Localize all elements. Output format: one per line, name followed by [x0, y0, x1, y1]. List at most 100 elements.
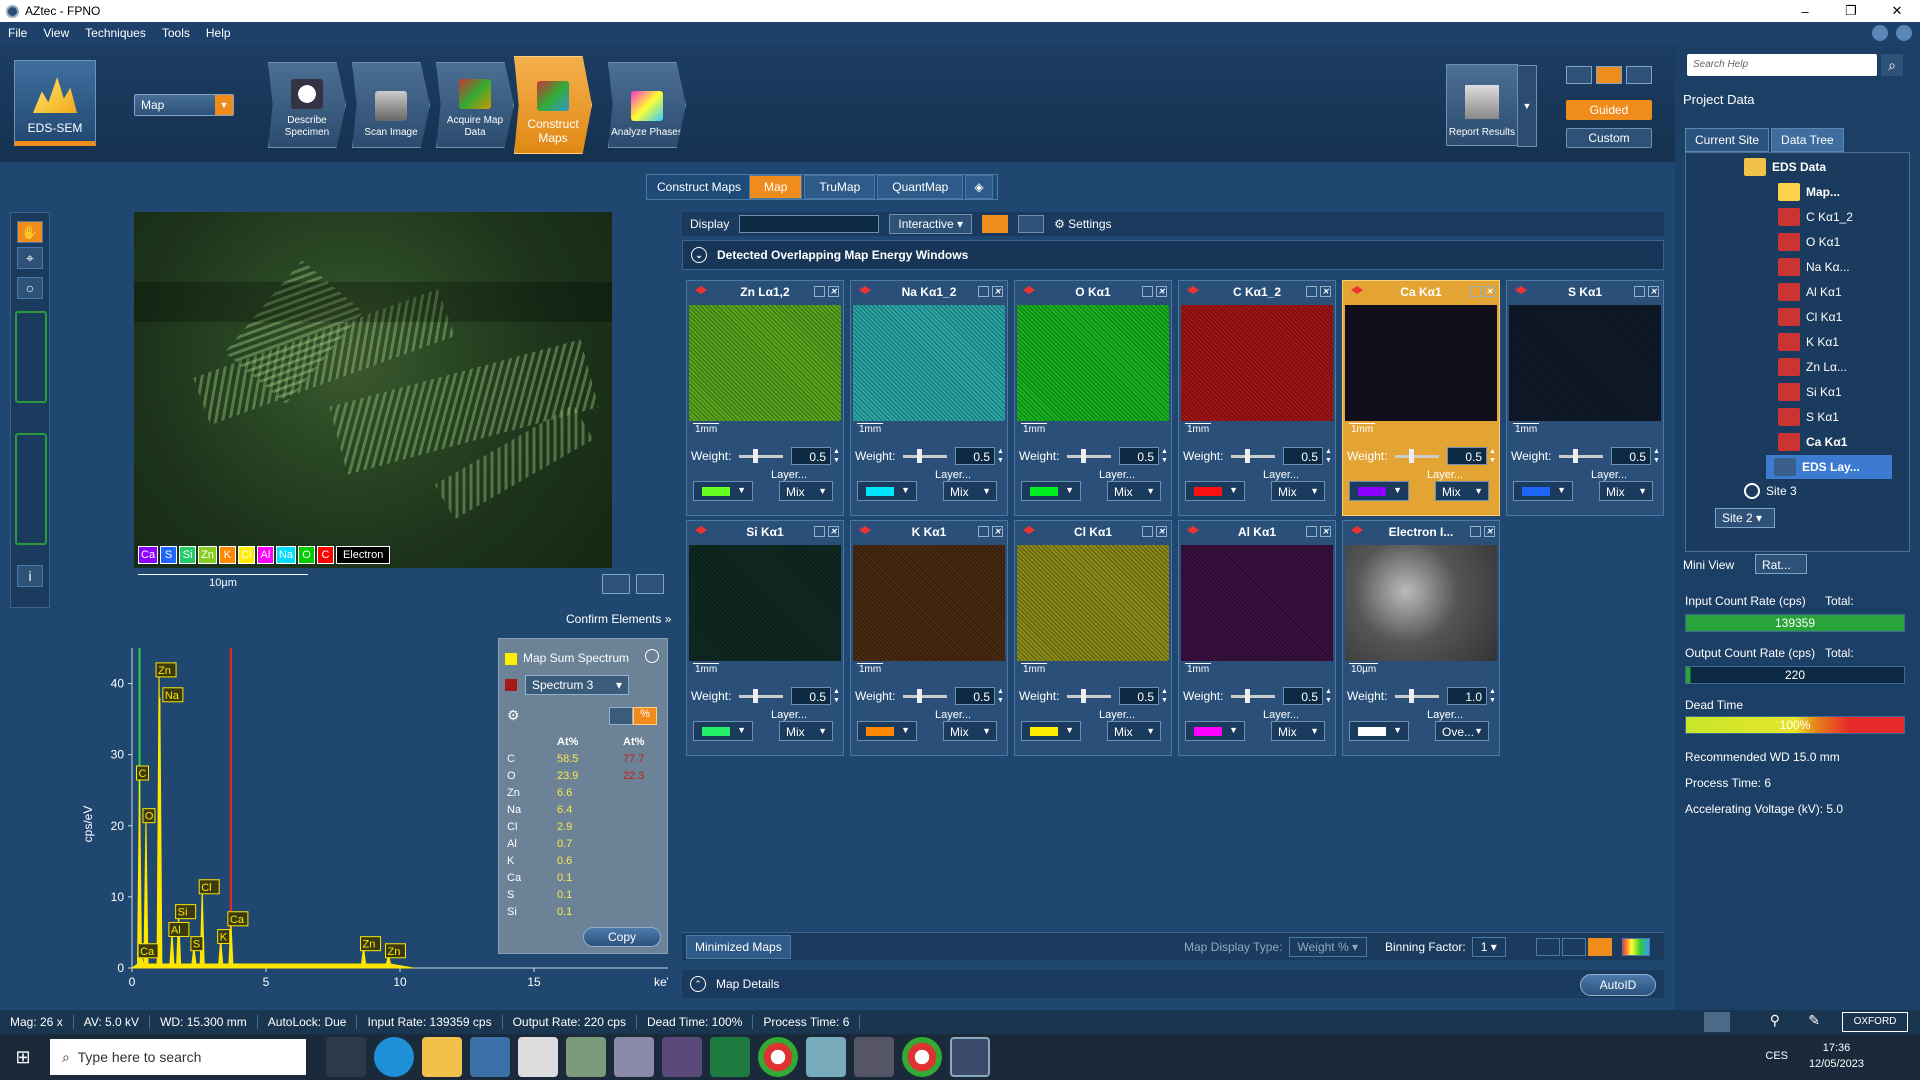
- step-acquire-map-data[interactable]: Acquire Map Data: [436, 62, 514, 148]
- close-icon[interactable]: ✕: [1648, 286, 1659, 297]
- color-picker[interactable]: ▼: [1021, 481, 1081, 501]
- pin-icon[interactable]: [1306, 286, 1317, 297]
- restore-button[interactable]: ❐: [1828, 0, 1874, 22]
- map-card[interactable]: Si Kα1 ✕ 1mm Weight: 0.5 ▲ ▼ Layer... ▼ Mix ▼: [686, 520, 844, 756]
- map-card[interactable]: Na Kα1_2 ✕ 1mm Weight: 0.5 ▲ ▼ Layer... ▼ Mix ▼: [850, 280, 1008, 516]
- legend-item[interactable]: Cl: [237, 546, 255, 564]
- map-image[interactable]: [1017, 305, 1169, 421]
- map-card[interactable]: Zn Lα1,2 ✕ 1mm Weight: 0.5 ▲ ▼ Layer... ▼ Mix ▼: [686, 280, 844, 516]
- map-details-bar[interactable]: ⌃ Map Details: [682, 970, 1664, 998]
- pin-icon[interactable]: [814, 526, 825, 537]
- app-icon[interactable]: [806, 1037, 846, 1077]
- blend-mode-dropdown[interactable]: Mix ▼: [1271, 481, 1325, 501]
- close-icon[interactable]: ✕: [1320, 286, 1331, 297]
- pin-icon[interactable]: [1634, 286, 1645, 297]
- menu-techniques[interactable]: Techniques: [85, 26, 146, 40]
- map-image[interactable]: [1345, 545, 1497, 661]
- detected-overlap-header[interactable]: ⌄ Detected Overlapping Map Energy Window…: [682, 240, 1664, 270]
- tree-node[interactable]: Site 3: [1744, 479, 1797, 503]
- weight-slider[interactable]: [1231, 689, 1275, 703]
- map-card[interactable]: C Kα1_2 ✕ 1mm Weight: 0.5 ▲ ▼ Layer... ▼ Mix ▼: [1178, 280, 1336, 516]
- pin-icon[interactable]: [1142, 286, 1153, 297]
- map-image[interactable]: [1181, 545, 1333, 661]
- color-picker[interactable]: ▼: [1185, 721, 1245, 741]
- map-card-header[interactable]: Zn Lα1,2 ✕: [687, 281, 843, 303]
- weight-slider[interactable]: [903, 689, 947, 703]
- weight-spinner[interactable]: ▲ ▼: [997, 687, 1005, 705]
- layer-icon[interactable]: [695, 286, 707, 294]
- custom-button[interactable]: Custom: [1566, 128, 1652, 148]
- weight-slider[interactable]: [903, 449, 947, 463]
- pin-icon[interactable]: [1470, 286, 1481, 297]
- layer-icon[interactable]: [695, 526, 707, 534]
- collapse-icon[interactable]: ⌄: [691, 247, 707, 263]
- autoid-button[interactable]: AutoID: [1580, 974, 1656, 996]
- map-card-header[interactable]: C Kα1_2 ✕: [1179, 281, 1335, 303]
- back-icon[interactable]: [1872, 25, 1888, 41]
- weight-value[interactable]: 0.5: [791, 447, 831, 465]
- microscope-icon[interactable]: ⚲: [1770, 1012, 1780, 1029]
- weight-slider[interactable]: [1395, 449, 1439, 463]
- forward-icon[interactable]: [1896, 25, 1912, 41]
- chrome-icon[interactable]: [758, 1037, 798, 1077]
- pin-icon[interactable]: [1470, 526, 1481, 537]
- guided-button[interactable]: Guided: [1566, 100, 1652, 120]
- tree-node-selected[interactable]: EDS Lay...: [1766, 455, 1892, 479]
- chrome-icon[interactable]: [902, 1037, 942, 1077]
- layers-icon[interactable]: ◈: [965, 175, 993, 199]
- legend-item[interactable]: Al: [256, 546, 274, 564]
- search-icon[interactable]: ⌕: [1881, 54, 1903, 76]
- probe-icon[interactable]: ✎: [1808, 1012, 1820, 1029]
- weight-value[interactable]: 0.5: [1119, 447, 1159, 465]
- color-palette-icon[interactable]: [1621, 937, 1650, 956]
- mail-icon[interactable]: [518, 1037, 558, 1077]
- tree-node[interactable]: Na Kα...: [1778, 255, 1850, 279]
- eds-sem-button[interactable]: EDS-SEM: [14, 60, 96, 146]
- close-icon[interactable]: ✕: [992, 286, 1003, 297]
- color-picker[interactable]: ▼: [857, 721, 917, 741]
- settings-button[interactable]: ⚙ Settings: [1054, 217, 1111, 231]
- color-picker[interactable]: ▼: [1349, 721, 1409, 741]
- close-icon[interactable]: ✕: [1156, 526, 1167, 537]
- weight-slider[interactable]: [1067, 449, 1111, 463]
- blend-mode-dropdown[interactable]: Mix ▼: [1599, 481, 1653, 501]
- legend-item[interactable]: C: [316, 546, 334, 564]
- weight-spinner[interactable]: ▲ ▼: [1489, 447, 1497, 465]
- weight-slider[interactable]: [1067, 689, 1111, 703]
- language-indicator[interactable]: CES: [1765, 1050, 1788, 1062]
- store-icon[interactable]: [470, 1037, 510, 1077]
- file-explorer-icon[interactable]: [422, 1037, 462, 1077]
- weight-spinner[interactable]: ▲ ▼: [1161, 687, 1169, 705]
- map-card[interactable]: K Kα1 ✕ 1mm Weight: 0.5 ▲ ▼ Layer... ▼ Mix ▼: [850, 520, 1008, 756]
- weight-slider[interactable]: [1395, 689, 1439, 703]
- map-sum-spectrum-row[interactable]: Map Sum Spectrum: [505, 651, 629, 665]
- pointer-icon[interactable]: ⌖: [17, 247, 43, 269]
- site-dropdown[interactable]: Site 2 ▾: [1715, 508, 1775, 528]
- map-image[interactable]: [1181, 305, 1333, 421]
- blend-mode-dropdown[interactable]: Mix ▼: [779, 721, 833, 741]
- pan-hand-icon[interactable]: ✋: [17, 221, 43, 243]
- weight-value[interactable]: 0.5: [1283, 447, 1323, 465]
- circle-tool-icon[interactable]: ○: [17, 277, 43, 299]
- pin-icon[interactable]: [1306, 526, 1317, 537]
- close-icon[interactable]: ✕: [1156, 286, 1167, 297]
- color-picker[interactable]: ▼: [693, 481, 753, 501]
- map-card-header[interactable]: K Kα1 ✕: [851, 521, 1007, 543]
- search-help-input[interactable]: Search Help: [1687, 54, 1877, 76]
- weight-spinner[interactable]: ▲ ▼: [1489, 687, 1497, 705]
- aztec-icon[interactable]: [950, 1037, 990, 1077]
- interactive-dropdown[interactable]: Interactive ▾: [889, 214, 973, 234]
- layer-icon[interactable]: [1023, 526, 1035, 534]
- mode-dropdown[interactable]: Map ▼: [134, 94, 234, 116]
- map-card-header[interactable]: O Kα1 ✕: [1015, 281, 1171, 303]
- tree-node[interactable]: C Kα1_2: [1778, 205, 1853, 229]
- close-icon[interactable]: ✕: [992, 526, 1003, 537]
- tab-current-site[interactable]: Current Site: [1685, 128, 1770, 152]
- color-picker[interactable]: ▼: [1349, 481, 1409, 501]
- map-card-header[interactable]: Si Kα1 ✕: [687, 521, 843, 543]
- map-image[interactable]: [853, 305, 1005, 421]
- pin-icon[interactable]: [978, 286, 989, 297]
- map-image[interactable]: [1345, 305, 1497, 421]
- mini-view-dropdown[interactable]: Rat...: [1755, 554, 1807, 574]
- crop-icon[interactable]: [982, 215, 1009, 233]
